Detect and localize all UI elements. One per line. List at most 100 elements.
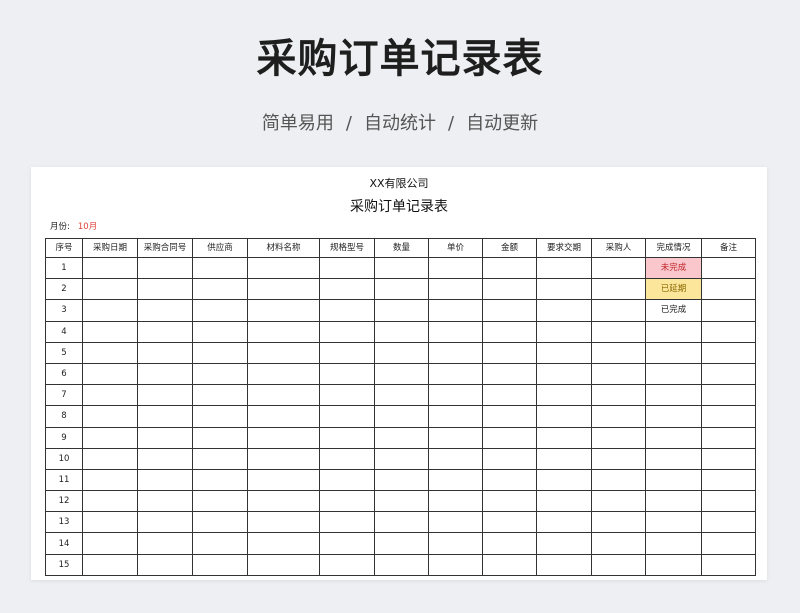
table-cell[interactable]	[137, 447, 193, 470]
table-cell[interactable]	[701, 511, 756, 534]
table-cell[interactable]	[247, 490, 320, 513]
table-cell[interactable]	[428, 384, 483, 407]
row-index-cell[interactable]: 5	[45, 341, 83, 364]
table-cell[interactable]	[701, 468, 756, 492]
table-cell[interactable]	[482, 447, 537, 470]
status-cell[interactable]	[645, 511, 702, 534]
table-cell[interactable]	[428, 405, 483, 428]
table-cell[interactable]	[428, 447, 483, 470]
table-cell[interactable]	[591, 447, 646, 470]
table-cell[interactable]	[192, 256, 248, 280]
table-cell[interactable]	[701, 278, 756, 301]
table-cell[interactable]	[192, 426, 248, 449]
row-index-cell[interactable]: 7	[45, 384, 83, 407]
table-cell[interactable]	[536, 341, 592, 364]
table-cell[interactable]	[319, 256, 375, 280]
table-cell[interactable]	[536, 553, 592, 576]
table-cell[interactable]	[428, 553, 483, 576]
table-cell[interactable]	[247, 256, 320, 280]
table-cell[interactable]	[482, 256, 537, 280]
table-cell[interactable]	[536, 320, 592, 343]
table-cell[interactable]	[374, 490, 429, 513]
table-cell[interactable]	[137, 426, 193, 449]
table-cell[interactable]	[482, 278, 537, 301]
table-cell[interactable]	[482, 511, 537, 534]
status-cell[interactable]	[645, 490, 702, 513]
table-cell[interactable]	[591, 278, 646, 301]
table-cell[interactable]	[428, 256, 483, 280]
row-index-cell[interactable]: 6	[45, 362, 83, 386]
table-cell[interactable]	[428, 511, 483, 534]
status-cell[interactable]: 已完成	[645, 299, 702, 322]
table-cell[interactable]	[374, 426, 429, 449]
table-cell[interactable]	[482, 553, 537, 576]
table-cell[interactable]	[137, 490, 193, 513]
table-cell[interactable]	[701, 256, 756, 280]
table-cell[interactable]	[374, 320, 429, 343]
table-cell[interactable]	[374, 468, 429, 492]
table-cell[interactable]	[137, 405, 193, 428]
table-cell[interactable]	[137, 341, 193, 364]
status-cell[interactable]	[645, 553, 702, 576]
table-cell[interactable]	[591, 490, 646, 513]
table-cell[interactable]	[82, 426, 138, 449]
table-cell[interactable]	[701, 405, 756, 428]
table-cell[interactable]	[319, 553, 375, 576]
row-index-cell[interactable]: 8	[45, 405, 83, 428]
table-cell[interactable]	[374, 278, 429, 301]
table-cell[interactable]	[482, 341, 537, 364]
table-cell[interactable]	[374, 299, 429, 322]
table-cell[interactable]	[591, 426, 646, 449]
table-cell[interactable]	[192, 553, 248, 576]
table-cell[interactable]	[482, 384, 537, 407]
table-cell[interactable]	[701, 426, 756, 449]
table-cell[interactable]	[536, 384, 592, 407]
row-index-cell[interactable]: 2	[45, 278, 83, 301]
table-cell[interactable]	[374, 532, 429, 555]
table-cell[interactable]	[428, 362, 483, 386]
table-cell[interactable]	[82, 362, 138, 386]
table-cell[interactable]	[319, 341, 375, 364]
table-cell[interactable]	[536, 278, 592, 301]
table-cell[interactable]	[137, 384, 193, 407]
table-cell[interactable]	[482, 362, 537, 386]
table-cell[interactable]	[701, 299, 756, 322]
table-cell[interactable]	[319, 362, 375, 386]
table-cell[interactable]	[536, 511, 592, 534]
status-cell[interactable]	[645, 405, 702, 428]
table-cell[interactable]	[82, 511, 138, 534]
table-cell[interactable]	[319, 278, 375, 301]
table-cell[interactable]	[591, 362, 646, 386]
table-cell[interactable]	[319, 468, 375, 492]
table-cell[interactable]	[82, 532, 138, 555]
table-cell[interactable]	[701, 362, 756, 386]
row-index-cell[interactable]: 3	[45, 299, 83, 322]
row-index-cell[interactable]: 9	[45, 426, 83, 449]
table-cell[interactable]	[192, 405, 248, 428]
table-cell[interactable]	[319, 384, 375, 407]
table-cell[interactable]	[192, 341, 248, 364]
table-cell[interactable]	[137, 299, 193, 322]
table-cell[interactable]	[82, 447, 138, 470]
table-cell[interactable]	[247, 468, 320, 492]
table-cell[interactable]	[482, 426, 537, 449]
table-cell[interactable]	[137, 320, 193, 343]
table-cell[interactable]	[536, 299, 592, 322]
status-cell[interactable]	[645, 384, 702, 407]
table-cell[interactable]	[192, 320, 248, 343]
table-cell[interactable]	[701, 532, 756, 555]
table-cell[interactable]	[536, 447, 592, 470]
table-cell[interactable]	[247, 405, 320, 428]
table-cell[interactable]	[591, 320, 646, 343]
row-index-cell[interactable]: 12	[45, 490, 83, 513]
table-cell[interactable]	[591, 384, 646, 407]
table-cell[interactable]	[247, 341, 320, 364]
table-cell[interactable]	[428, 341, 483, 364]
status-cell[interactable]	[645, 468, 702, 492]
table-cell[interactable]	[247, 278, 320, 301]
table-cell[interactable]	[591, 405, 646, 428]
table-cell[interactable]	[591, 511, 646, 534]
table-cell[interactable]	[137, 532, 193, 555]
row-index-cell[interactable]: 13	[45, 511, 83, 534]
status-cell[interactable]	[645, 320, 702, 343]
